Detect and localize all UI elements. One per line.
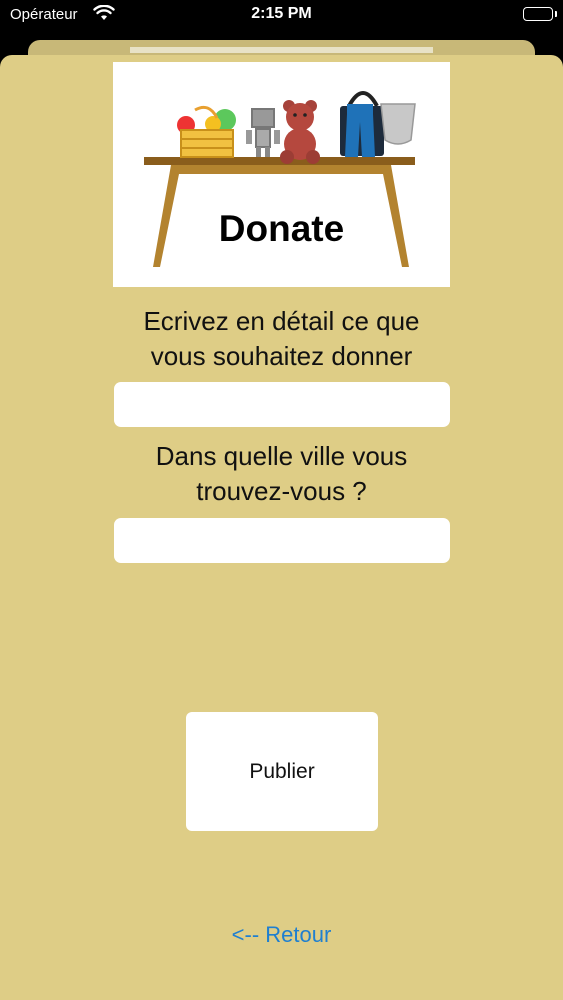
city-input[interactable]: [114, 518, 450, 563]
clock: 2:15 PM: [251, 5, 312, 22]
battery-icon: [523, 7, 553, 21]
banner-title: Donate: [218, 208, 345, 249]
battery-tip: [555, 11, 557, 17]
status-bar: Opérateur 2:15 PM: [0, 0, 563, 40]
background-sheet-strip: [130, 47, 433, 53]
donate-banner: Donate: [113, 62, 450, 287]
description-label: Ecrivez en détail ce que vous souhaitez …: [143, 306, 420, 371]
donation-table-illustration: [144, 91, 416, 267]
back-link[interactable]: <-- Retour: [0, 922, 563, 948]
city-label: Dans quelle ville vous trouvez-vous ?: [155, 441, 408, 506]
description-input[interactable]: [114, 382, 450, 427]
publish-button[interactable]: Publier: [186, 712, 378, 831]
